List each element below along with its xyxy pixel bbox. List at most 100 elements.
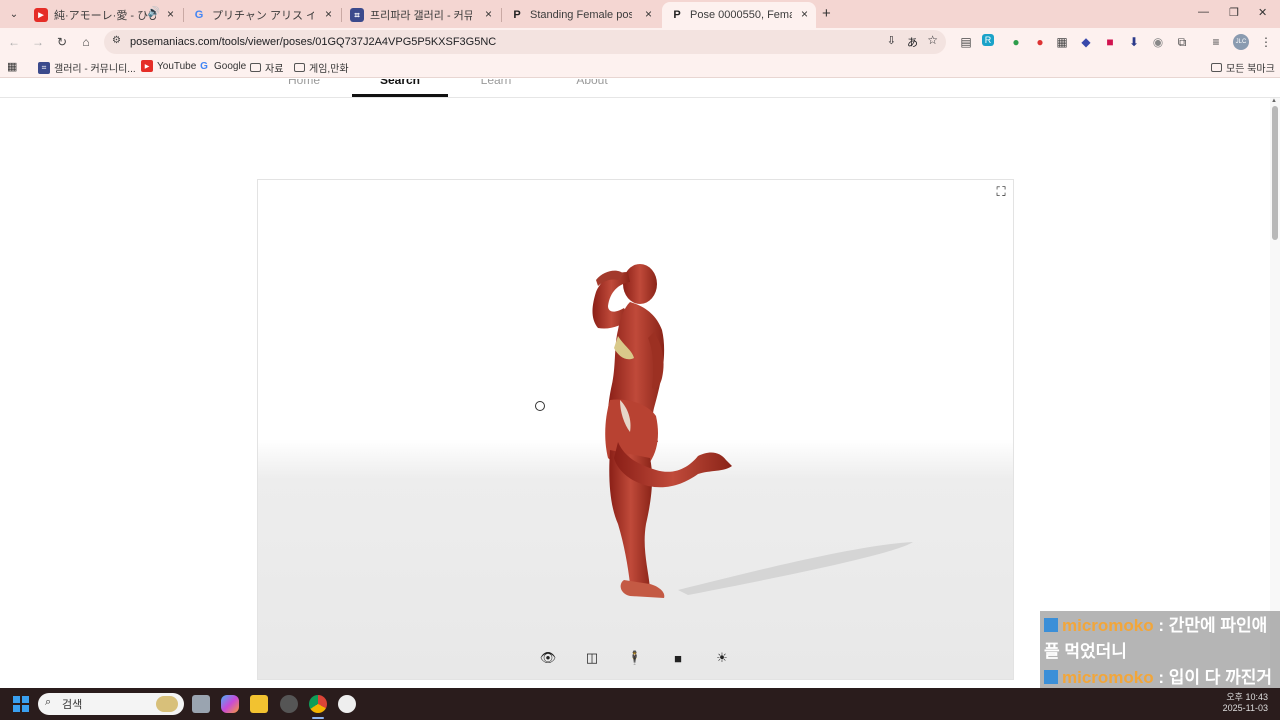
task-view-icon[interactable] [192, 695, 210, 713]
community-icon: ⌗ [38, 61, 50, 74]
minimize-button[interactable]: — [1198, 6, 1209, 18]
extension-store-icon[interactable]: ▦ [1054, 34, 1070, 50]
extension-reader-icon[interactable]: ▤ [958, 34, 974, 50]
close-tab-icon[interactable]: × [325, 7, 332, 21]
youtube-icon: ▶ [34, 8, 48, 22]
bookmark-youtube[interactable]: ▶ YouTube [141, 60, 196, 72]
url-text[interactable]: posemaniacs.com/tools/viewer/poses/01GQ7… [130, 36, 496, 48]
tab-gallery[interactable]: ⌗ 프리파라 갤러리 - 커뮤니티 포 × [342, 2, 500, 28]
close-tab-icon[interactable]: × [645, 7, 652, 21]
clock-time: 오후 10:43 [1226, 692, 1268, 702]
extension-gray-icon[interactable]: ◉ [1150, 34, 1166, 50]
bookmark-google[interactable]: G Google [198, 60, 246, 72]
tab-title: 純·アモーレ·愛 - ひびき & ミ [54, 10, 156, 22]
taskbar-search[interactable]: ⌕ 검색 [38, 693, 184, 715]
install-app-icon[interactable]: ⇩ [887, 34, 896, 47]
bookmark-label: Google [214, 60, 247, 72]
youtube-icon: ▶ [141, 60, 153, 72]
menu-icon[interactable]: ⋮ [1258, 34, 1274, 50]
tab-posemaniacs-search[interactable]: P Standing Female poses | POSE × [502, 2, 660, 28]
all-bookmarks-label: 모든 북마크 [1226, 64, 1275, 75]
tab-google[interactable]: G プリチャン アリス イヴ - Goo × [184, 2, 340, 28]
close-window-button[interactable]: ✕ [1258, 6, 1267, 19]
nav-about[interactable]: About [544, 79, 640, 87]
translate-icon[interactable]: あ [907, 34, 918, 50]
tab-pose-viewer[interactable]: P Pose 0000550, Female, Standir × [662, 2, 816, 28]
site-nav: Home Search Learn About [0, 79, 1280, 98]
copilot-icon[interactable] [221, 695, 239, 713]
all-bookmarks[interactable]: 모든 북마크 [1211, 60, 1275, 75]
pose-viewer[interactable]: ⛶ 👁 ◫ 🕴 ■ ☀ [257, 179, 1014, 680]
media-control-icon[interactable]: ≡ [1208, 34, 1224, 50]
home-icon[interactable]: ⌂ [78, 34, 94, 50]
nav-active-indicator [352, 94, 448, 97]
chat-user-icon [1044, 618, 1058, 632]
posemaniacs-icon: P [673, 9, 681, 21]
chat-message: micromoko : 간만에 파인애플 먹었더니 [1044, 616, 1268, 661]
extension-blue-icon[interactable]: ◆ [1078, 34, 1094, 50]
system-clock[interactable]: 오후 10:43 2025-11-03 [1218, 692, 1268, 714]
bookmark-star-icon[interactable]: ☆ [927, 33, 938, 47]
chat-user-icon [1044, 670, 1058, 684]
mirror-icon[interactable]: ◫ [583, 649, 601, 667]
search-placeholder: 검색 [62, 699, 83, 711]
extension-download-icon[interactable]: ⬇ [1126, 34, 1142, 50]
google-icon: G [194, 9, 204, 21]
extensions-puzzle-icon[interactable]: ⧉ [1174, 34, 1190, 50]
scroll-up-arrow[interactable]: ▲ [1271, 98, 1277, 104]
address-bar[interactable]: ⚙ posemaniacs.com/tools/viewer/poses/01G… [104, 30, 946, 54]
close-tab-icon[interactable]: × [801, 7, 808, 21]
bookmark-gallery[interactable]: ⌗ 갤러리 - 커뮤니티... [38, 60, 136, 75]
reload-icon[interactable]: ↻ [54, 34, 70, 50]
nav-learn[interactable]: Learn [448, 79, 544, 87]
posemaniacs-icon: P [513, 9, 521, 21]
bookmarks-bar: ▦ ⌗ 갤러리 - 커뮤니티... ▶ YouTube G Google 자료 … [0, 56, 1280, 78]
extension-record-icon[interactable]: ■ [1102, 34, 1118, 50]
app-icon[interactable] [280, 695, 298, 713]
bookmark-label: 자료 [265, 64, 284, 75]
audio-icon: 🔊 [147, 7, 160, 18]
profile-avatar[interactable]: JLC [1233, 34, 1249, 50]
bookmark-folder-resources[interactable]: 자료 [250, 60, 283, 75]
tab-title: Standing Female poses | POSE [530, 9, 632, 21]
tab-title: 프리파라 갤러리 - 커뮤니티 포 [370, 10, 472, 22]
clock-date: 2025-11-03 [1222, 703, 1268, 713]
extension-green-icon[interactable]: ● [1008, 34, 1024, 50]
nav-search[interactable]: Search [352, 79, 448, 87]
chat-username: micromoko [1062, 668, 1154, 687]
figure-icon[interactable]: 🕴 [626, 649, 644, 667]
bookmark-folder-games[interactable]: 게임,만화 [294, 60, 349, 75]
search-icon: ⌕ [45, 696, 52, 708]
restore-button[interactable]: ❐ [1229, 6, 1239, 19]
light-icon[interactable]: ☀ [713, 649, 731, 667]
extension-r-icon[interactable]: R [982, 34, 994, 46]
new-tab-button[interactable]: + [822, 5, 831, 22]
search-highlight-icon [156, 696, 178, 712]
tab-youtube[interactable]: ▶ 純·アモーレ·愛 - ひびき & ミ 🔊 × [26, 2, 182, 28]
eye-icon[interactable]: 👁 [539, 649, 557, 667]
nav-home[interactable]: Home [256, 79, 352, 87]
apps-icon[interactable]: ▦ [7, 60, 17, 73]
site-info-icon[interactable]: ⚙ [112, 35, 121, 46]
active-app-indicator [312, 717, 324, 719]
pose-model-figure[interactable] [258, 180, 1014, 680]
messenger-icon[interactable] [338, 695, 356, 713]
tab-title: Pose 0000550, Female, Standir [690, 9, 792, 21]
camera-icon[interactable]: ■ [669, 649, 687, 667]
close-tab-icon[interactable]: × [167, 7, 174, 21]
page-scrollbar[interactable]: ▲ [1270, 98, 1280, 688]
tab-search-button[interactable]: ⌄ [6, 6, 22, 22]
windows-taskbar: ⌕ 검색 오후 10:43 2025-11-03 [0, 688, 1280, 720]
figure-shadow [678, 542, 913, 595]
tab-title: プリチャン アリス イヴ - Goo [212, 10, 314, 22]
windows-start-icon[interactable] [13, 696, 29, 712]
scrollbar-thumb[interactable] [1272, 106, 1278, 240]
chrome-icon[interactable] [309, 695, 327, 713]
tab-strip: ⌄ ▶ 純·アモーレ·愛 - ひびき & ミ 🔊 × G プリチャン アリス イ… [0, 0, 1280, 28]
forward-icon[interactable]: → [30, 34, 46, 50]
extension-red-icon[interactable]: ● [1032, 34, 1048, 50]
file-explorer-icon[interactable] [250, 695, 268, 713]
close-tab-icon[interactable]: × [485, 7, 492, 21]
back-icon[interactable]: ← [6, 34, 22, 50]
bookmark-label: 게임,만화 [309, 64, 349, 75]
